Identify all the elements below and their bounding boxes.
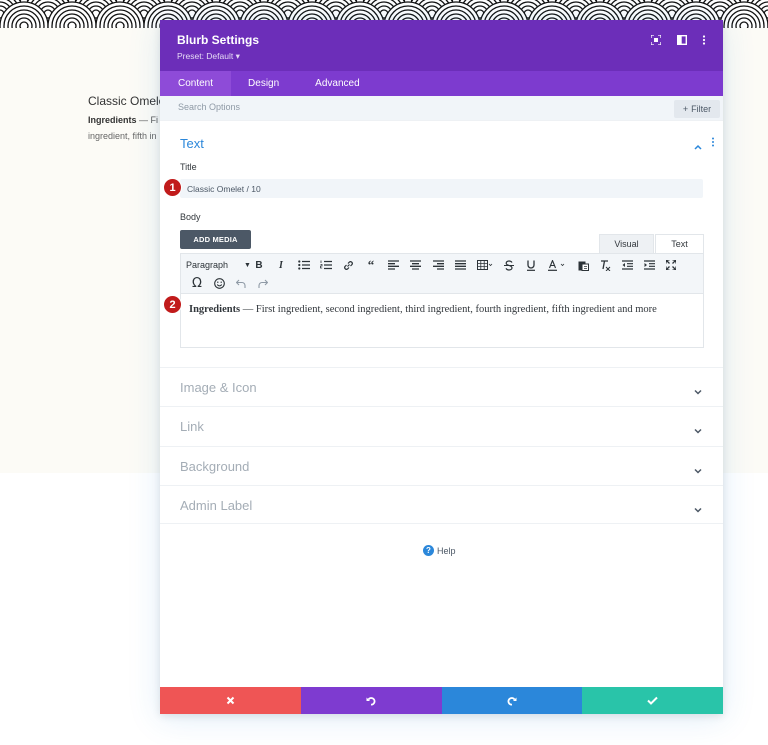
chevron-down-icon: [693, 462, 703, 474]
accordion-title: Admin Label: [180, 498, 253, 513]
settings-tabs: Content Design Advanced: [160, 71, 723, 96]
editor-toolbar: Paragraph ▼ B I “ Ω: [180, 253, 704, 294]
more-options-icon[interactable]: [697, 33, 711, 47]
background-blurb-body: Ingredients — Fi: [88, 115, 159, 125]
save-button[interactable]: [582, 687, 723, 714]
paragraph-label: Paragraph: [186, 260, 229, 270]
help-label: Help: [437, 545, 456, 556]
redo-icon[interactable]: [252, 274, 274, 292]
annotation-badge-1: 1: [163, 178, 182, 197]
toolbar-row-2: Ω: [186, 274, 274, 292]
cancel-button[interactable]: [160, 687, 301, 714]
link-icon[interactable]: [337, 256, 360, 274]
editor-tab-text[interactable]: Text: [655, 234, 704, 253]
title-field-label: Title: [180, 162, 197, 172]
undo-button[interactable]: [300, 687, 442, 714]
indent-icon[interactable]: [638, 256, 660, 274]
justify-icon[interactable]: [449, 256, 471, 274]
search-bar: + Filter: [160, 96, 723, 121]
text-color-icon[interactable]: [542, 256, 572, 274]
tab-content[interactable]: Content: [160, 71, 232, 96]
section-more-icon[interactable]: [711, 137, 715, 147]
undo-icon[interactable]: [230, 274, 252, 292]
bold-icon[interactable]: B: [248, 256, 270, 274]
tab-design[interactable]: Design: [231, 71, 297, 96]
plus-icon: +: [682, 104, 689, 114]
fullscreen-icon[interactable]: [660, 256, 682, 274]
filter-label: Filter: [691, 104, 712, 114]
tab-advanced[interactable]: Advanced: [297, 71, 377, 96]
question-icon: ?: [423, 545, 434, 556]
accordion-title: Link: [180, 419, 204, 434]
clear-formatting-icon[interactable]: [594, 256, 616, 274]
split-view-icon[interactable]: [675, 33, 689, 47]
title-field[interactable]: [180, 179, 703, 198]
accordion-title: Background: [180, 459, 250, 474]
modal-title: Blurb Settings: [177, 33, 260, 47]
screenshot-icon[interactable]: [649, 33, 663, 47]
checkmark-icon: [647, 696, 658, 705]
strikethrough-icon[interactable]: [498, 256, 520, 274]
redo-button[interactable]: [441, 687, 583, 714]
align-center-icon[interactable]: [404, 256, 427, 274]
align-left-icon[interactable]: [382, 256, 404, 274]
text-section-header[interactable]: Text: [160, 121, 723, 161]
accordion-background[interactable]: Background: [160, 446, 723, 485]
paste-text-icon[interactable]: [572, 256, 594, 274]
add-media-button[interactable]: ADD MEDIA: [180, 230, 251, 249]
numbered-list-icon[interactable]: [315, 256, 337, 274]
body-editor[interactable]: Ingredients — First ingredient, second i…: [180, 294, 704, 348]
accordion-image-icon[interactable]: Image & Icon: [160, 367, 723, 406]
emoticon-icon[interactable]: [208, 274, 230, 292]
body-bold-text: Ingredients: [189, 304, 241, 315]
background-blurb-title: Classic Omelet: [88, 94, 169, 108]
toolbar-row-1: Paragraph ▼ B I “: [186, 256, 682, 274]
accordion-admin-label[interactable]: Admin Label: [160, 485, 723, 524]
accordion-title: Image & Icon: [180, 380, 257, 395]
blurb-settings-modal: Blurb Settings Preset: Default ▾ Content…: [160, 20, 723, 714]
chevron-down-icon: [693, 383, 703, 395]
preset-selector[interactable]: Preset: Default ▾: [177, 51, 240, 62]
outdent-icon[interactable]: [616, 256, 638, 274]
background-blurb-body-line2: ingredient, fifth in: [88, 131, 157, 141]
search-options-input[interactable]: [178, 102, 478, 112]
accordion-link[interactable]: Link: [160, 406, 723, 445]
undo-icon: [366, 696, 376, 705]
align-right-icon[interactable]: [427, 256, 449, 274]
table-icon[interactable]: [471, 256, 498, 274]
help-link[interactable]: ? Help: [423, 545, 456, 556]
modal-header[interactable]: Blurb Settings Preset: Default ▾: [160, 20, 723, 71]
chevron-down-icon: [693, 422, 703, 434]
bullet-list-icon[interactable]: [292, 256, 315, 274]
filter-button[interactable]: + Filter: [674, 100, 720, 118]
close-icon: [226, 696, 235, 705]
blockquote-icon[interactable]: “: [360, 256, 382, 274]
body-field-label: Body: [180, 212, 201, 222]
italic-icon[interactable]: I: [270, 256, 292, 274]
special-character-icon[interactable]: Ω: [186, 274, 208, 292]
chevron-down-icon: [693, 501, 703, 513]
chevron-up-icon[interactable]: [693, 138, 703, 150]
modal-footer: [160, 687, 723, 714]
annotation-badge-2: 2: [163, 295, 182, 314]
editor-tab-visual[interactable]: Visual: [599, 234, 654, 253]
redo-icon: [507, 696, 517, 705]
text-section-title: Text: [180, 136, 204, 151]
body-text: — First ingredient, second ingredient, t…: [240, 304, 657, 315]
paragraph-format-select[interactable]: Paragraph ▼: [186, 256, 251, 274]
underline-icon[interactable]: [520, 256, 542, 274]
